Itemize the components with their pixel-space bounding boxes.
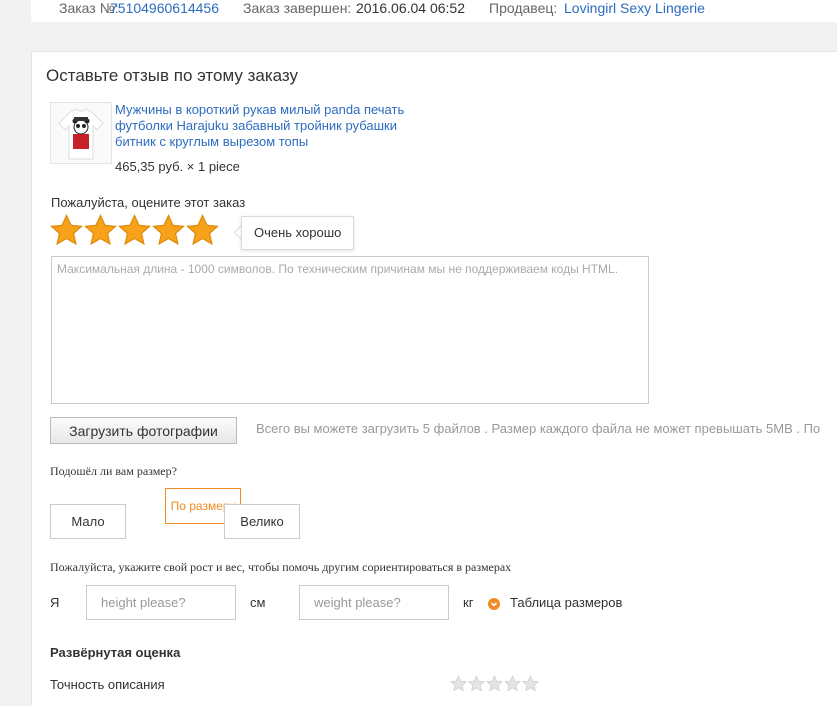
star-icon[interactable] [486, 675, 503, 692]
product-thumbnail[interactable] [50, 102, 112, 164]
star-icon[interactable] [186, 214, 219, 246]
accuracy-stars [450, 675, 539, 692]
star-icon[interactable] [118, 214, 151, 246]
order-completed-date: 2016.06.04 06:52 [356, 0, 465, 16]
star-icon[interactable] [50, 214, 83, 246]
upload-note: Всего вы можете загрузить 5 файлов . Раз… [256, 421, 821, 436]
review-textarea[interactable] [51, 256, 649, 404]
review-title: Оставьте отзыв по этому заказу [46, 66, 299, 85]
product-title-link[interactable]: Мужчины в короткий рукав милый panda печ… [115, 102, 425, 150]
measurements-note: Пожалуйста, укажите свой рост и вес, что… [50, 560, 512, 574]
star-icon[interactable] [450, 675, 467, 692]
rating-label: Пожалуйста, оцените этот заказ [51, 195, 246, 210]
star-icon[interactable] [84, 214, 117, 246]
product-price: 465,35 руб. × 1 piece [115, 159, 240, 174]
i-label: Я [50, 595, 60, 610]
rating-tooltip: Очень хорошо [241, 216, 355, 250]
order-info-bar: Заказ №: 75104960614456 Заказ завершен: … [31, 0, 837, 22]
seller-label: Продавец: [489, 0, 558, 16]
fit-small-button[interactable]: Мало [50, 504, 126, 539]
star-icon[interactable] [522, 675, 539, 692]
accuracy-label: Точность описания [50, 677, 165, 692]
detailed-rating-title: Развёрнутая оценка [50, 645, 181, 660]
star-icon[interactable] [152, 214, 185, 246]
height-input[interactable] [86, 585, 236, 620]
upload-photos-button[interactable]: Загрузить фотографии [50, 417, 237, 444]
order-completed-label: Заказ завершен: [243, 0, 352, 16]
size-table-link[interactable]: Таблица размеров [510, 595, 622, 610]
rating-stars [50, 214, 219, 246]
review-form: Оставьте отзыв по этому заказу Мужчины в… [31, 51, 837, 706]
tshirt-image [58, 108, 104, 160]
star-icon[interactable] [504, 675, 521, 692]
size-table-icon[interactable] [488, 598, 500, 610]
weight-unit: кг [463, 595, 474, 610]
fit-question: Подошёл ли вам размер? [50, 464, 177, 478]
seller-link[interactable]: Lovingirl Sexy Lingerie [564, 0, 705, 16]
height-unit: см [250, 595, 266, 610]
weight-input[interactable] [299, 585, 449, 620]
order-number-link[interactable]: 75104960614456 [110, 0, 219, 16]
star-icon[interactable] [468, 675, 485, 692]
fit-large-button[interactable]: Велико [224, 504, 300, 539]
